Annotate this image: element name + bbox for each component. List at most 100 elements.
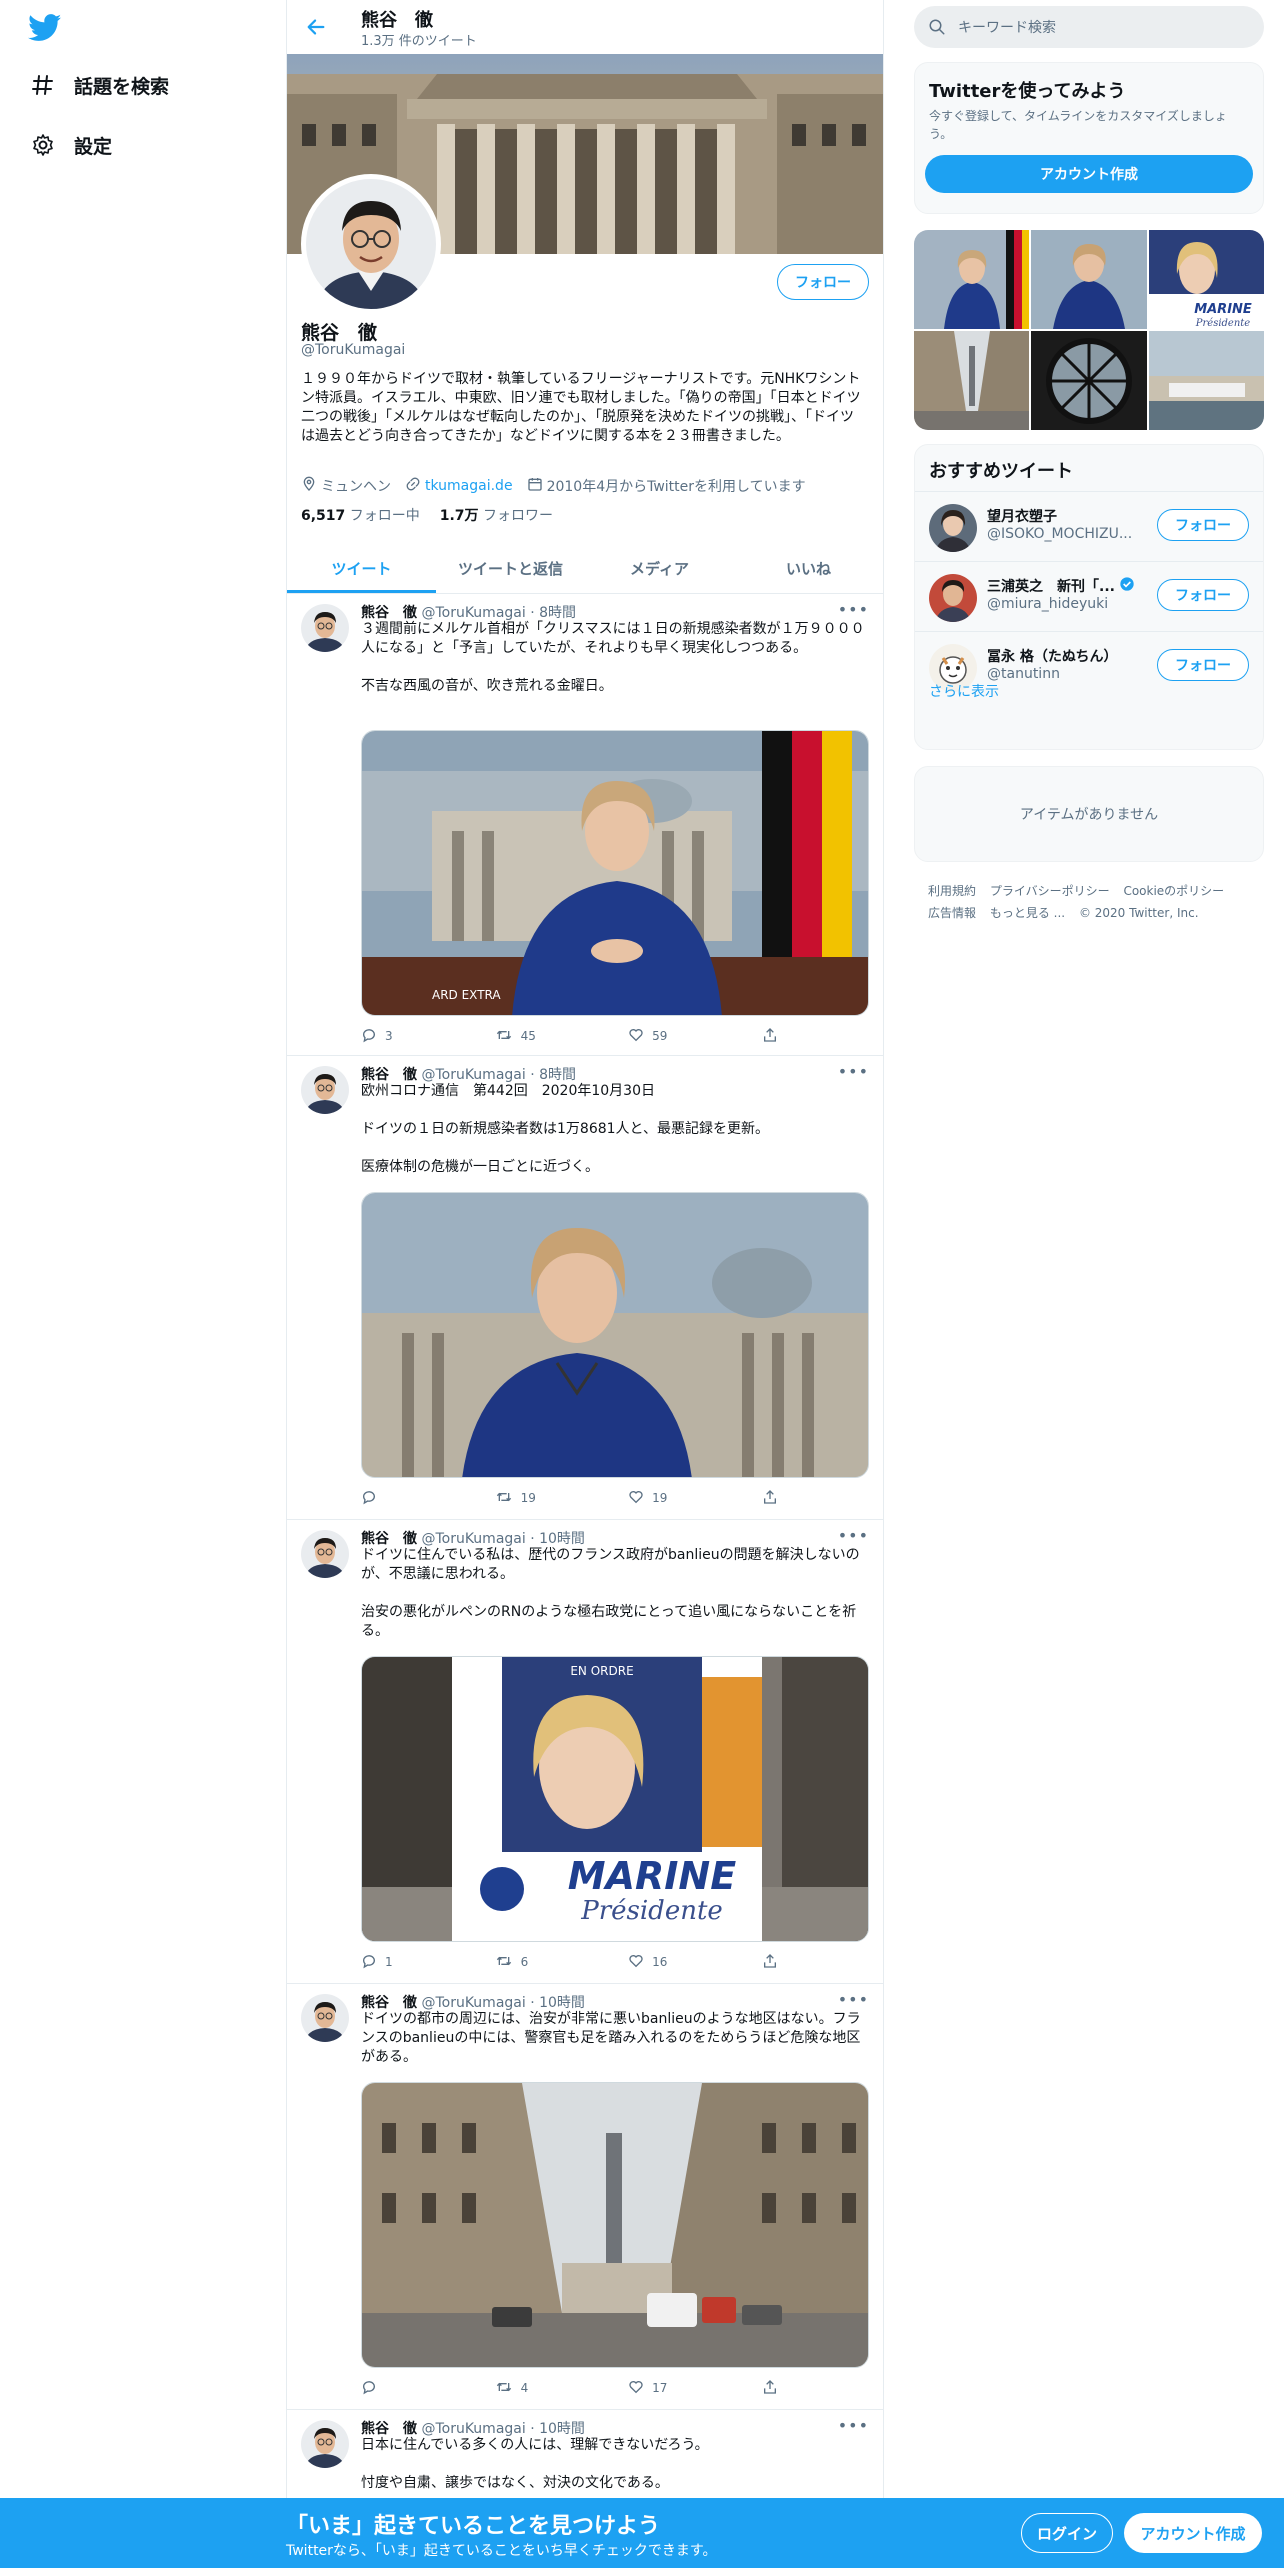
tweet[interactable]: 熊谷 徹 @ToruKumagai · 10時間 ••• ドイツに住んでいる私は… xyxy=(287,1520,883,1984)
photo-thumb[interactable] xyxy=(914,230,1030,329)
tweet-avatar[interactable] xyxy=(301,1066,349,1114)
more-options-icon[interactable]: ••• xyxy=(838,1062,869,1081)
like-button[interactable]: 17 xyxy=(628,2378,762,2398)
signup-button[interactable]: アカウント作成 xyxy=(1124,2513,1262,2553)
login-button[interactable]: ログイン xyxy=(1021,2513,1113,2553)
followers-count: 1.7万 xyxy=(439,508,479,524)
tweet-media-image[interactable] xyxy=(361,1192,869,1478)
retweet-icon xyxy=(495,1489,513,1508)
recommended-user[interactable]: 三浦英之 新刊「... @miura_hideyuki フォロー xyxy=(915,561,1263,631)
tweet-author-handle[interactable]: @ToruKumagai xyxy=(421,1067,525,1083)
share-button[interactable] xyxy=(762,1026,801,1046)
tweet-avatar[interactable] xyxy=(301,1994,349,2042)
follow-button[interactable]: フォロー xyxy=(777,264,869,300)
tweet-time[interactable]: 10時間 xyxy=(539,1995,585,2011)
tweet[interactable]: 熊谷 徹 @ToruKumagai · 8時間 ••• 欧州コロナ通信 第442… xyxy=(287,1056,883,1520)
tweet-avatar[interactable] xyxy=(301,1530,349,1578)
tweet-time[interactable]: 8時間 xyxy=(539,1067,576,1083)
retweet-count: 6 xyxy=(520,1955,529,1969)
tweet-author-handle[interactable]: @ToruKumagai xyxy=(421,2421,525,2437)
tweet-media-image[interactable]: EN ORDRE MARINE Présidente xyxy=(361,1656,869,1942)
tweet[interactable]: 熊谷 徹 @ToruKumagai · 8時間 ••• ３週間前にメルケル首相が… xyxy=(287,594,883,1056)
like-count: 17 xyxy=(652,2381,668,2395)
tweet-media-image[interactable] xyxy=(361,2082,869,2368)
recommended-follow-button[interactable]: フォロー xyxy=(1157,509,1249,541)
like-button[interactable]: 19 xyxy=(628,1488,762,1508)
share-button[interactable] xyxy=(762,2378,801,2398)
recommended-follow-button[interactable]: フォロー xyxy=(1157,649,1249,681)
tweet-time[interactable]: 10時間 xyxy=(539,2421,585,2437)
main-timeline-column: 熊谷 徹 1.3万 件のツイート フォロー 熊谷 徹 @ToruKumagai … xyxy=(286,0,884,2568)
photo-thumb[interactable] xyxy=(1031,331,1147,430)
share-button[interactable] xyxy=(762,1952,801,1972)
tweet-author-name[interactable]: 熊谷 徹 xyxy=(361,1995,417,2011)
photo-thumb[interactable] xyxy=(914,331,1030,430)
recommended-user[interactable]: 望月衣塑子 @ISOKO_MOCHIZU... フォロー xyxy=(915,491,1263,561)
profile-website[interactable]: tkumagai.de xyxy=(405,476,513,496)
nav-explore[interactable]: 話題を検索 xyxy=(28,65,169,105)
tab-media[interactable]: メディア xyxy=(585,544,734,593)
retweet-button[interactable]: 4 xyxy=(495,2378,629,2398)
reply-icon xyxy=(361,2379,377,2398)
footer-privacy-link[interactable]: プライバシーポリシー xyxy=(990,884,1110,898)
retweet-button[interactable]: 45 xyxy=(495,1026,629,1046)
tweet-avatar[interactable] xyxy=(301,2420,349,2468)
website-link[interactable]: tkumagai.de xyxy=(425,478,513,494)
profile-topbar: 熊谷 徹 1.3万 件のツイート xyxy=(287,0,883,54)
reply-button[interactable]: 3 xyxy=(361,1026,495,1046)
footer-terms-link[interactable]: 利用規約 xyxy=(928,884,976,898)
photo-thumb[interactable]: MARINE Présidente xyxy=(1148,230,1264,329)
tab-tweets[interactable]: ツイート xyxy=(287,544,436,593)
tweet[interactable]: 熊谷 徹 @ToruKumagai · 10時間 ••• ドイツの都市の周辺には… xyxy=(287,1984,883,2410)
recommended-avatar[interactable] xyxy=(929,574,977,622)
reply-button[interactable] xyxy=(361,1488,495,1508)
tweet-avatar[interactable] xyxy=(301,604,349,652)
footer-cookie-link[interactable]: Cookieのポリシー xyxy=(1123,884,1224,898)
like-count: 16 xyxy=(652,1955,668,1969)
more-options-icon[interactable]: ••• xyxy=(838,2416,869,2435)
recommended-avatar[interactable] xyxy=(929,504,977,552)
share-button[interactable] xyxy=(762,1488,801,1508)
tweet-time[interactable]: 8時間 xyxy=(539,605,576,621)
tweet-author-handle[interactable]: @ToruKumagai xyxy=(421,605,525,621)
profile-bio: １９９０年からドイツで取材・執筆しているフリージャーナリストです。元NHKワシン… xyxy=(301,371,875,444)
back-arrow-icon[interactable] xyxy=(301,12,331,42)
tweet-author-name[interactable]: 熊谷 徹 xyxy=(361,1067,417,1083)
tweet-author-name[interactable]: 熊谷 徹 xyxy=(361,2421,417,2437)
footer-ads-link[interactable]: 広告情報 xyxy=(928,906,976,920)
tweet-author-name[interactable]: 熊谷 徹 xyxy=(361,1531,417,1547)
tweet-time[interactable]: 10時間 xyxy=(539,1531,585,1547)
tweet-author-handle[interactable]: @ToruKumagai xyxy=(421,1531,525,1547)
create-account-button[interactable]: アカウント作成 xyxy=(925,155,1253,193)
photo-thumb[interactable] xyxy=(1031,230,1147,329)
followers-stat[interactable]: 1.7万 フォロワー xyxy=(440,505,553,525)
gear-icon xyxy=(28,130,58,160)
tweet-author-handle[interactable]: @ToruKumagai xyxy=(421,1995,525,2011)
nav-settings[interactable]: 設定 xyxy=(28,125,112,165)
retweet-button[interactable]: 19 xyxy=(495,1488,629,1508)
tweet-media-image[interactable]: ARD EXTRA xyxy=(361,730,869,1016)
twitter-logo-icon[interactable] xyxy=(28,14,62,42)
more-options-icon[interactable]: ••• xyxy=(838,1990,869,2009)
tab-tweets-and-replies[interactable]: ツイートと返信 xyxy=(436,544,585,593)
reply-button[interactable]: 1 xyxy=(361,1952,495,1972)
like-button[interactable]: 59 xyxy=(628,1026,762,1046)
profile-handle: @ToruKumagai xyxy=(301,342,406,358)
tweet-author-name[interactable]: 熊谷 徹 xyxy=(361,605,417,621)
search-input[interactable]: キーワード検索 xyxy=(958,17,1056,37)
tab-likes[interactable]: いいね xyxy=(734,544,883,593)
show-more-link[interactable]: さらに表示 xyxy=(929,681,999,701)
profile-avatar[interactable] xyxy=(301,174,441,314)
recommended-follow-button[interactable]: フォロー xyxy=(1157,579,1249,611)
more-options-icon[interactable]: ••• xyxy=(838,600,869,619)
more-options-icon[interactable]: ••• xyxy=(838,1526,869,1545)
like-button[interactable]: 16 xyxy=(628,1952,762,1972)
link-icon xyxy=(405,476,421,496)
share-icon xyxy=(762,1953,778,1972)
retweet-button[interactable]: 6 xyxy=(495,1952,629,1972)
photo-thumb[interactable] xyxy=(1148,331,1264,430)
reply-button[interactable] xyxy=(361,2378,495,2398)
following-stat[interactable]: 6,517 フォロー中 xyxy=(301,505,420,525)
footer-more-link[interactable]: もっと見る ... xyxy=(990,906,1065,920)
search-box[interactable]: キーワード検索 xyxy=(914,6,1264,48)
